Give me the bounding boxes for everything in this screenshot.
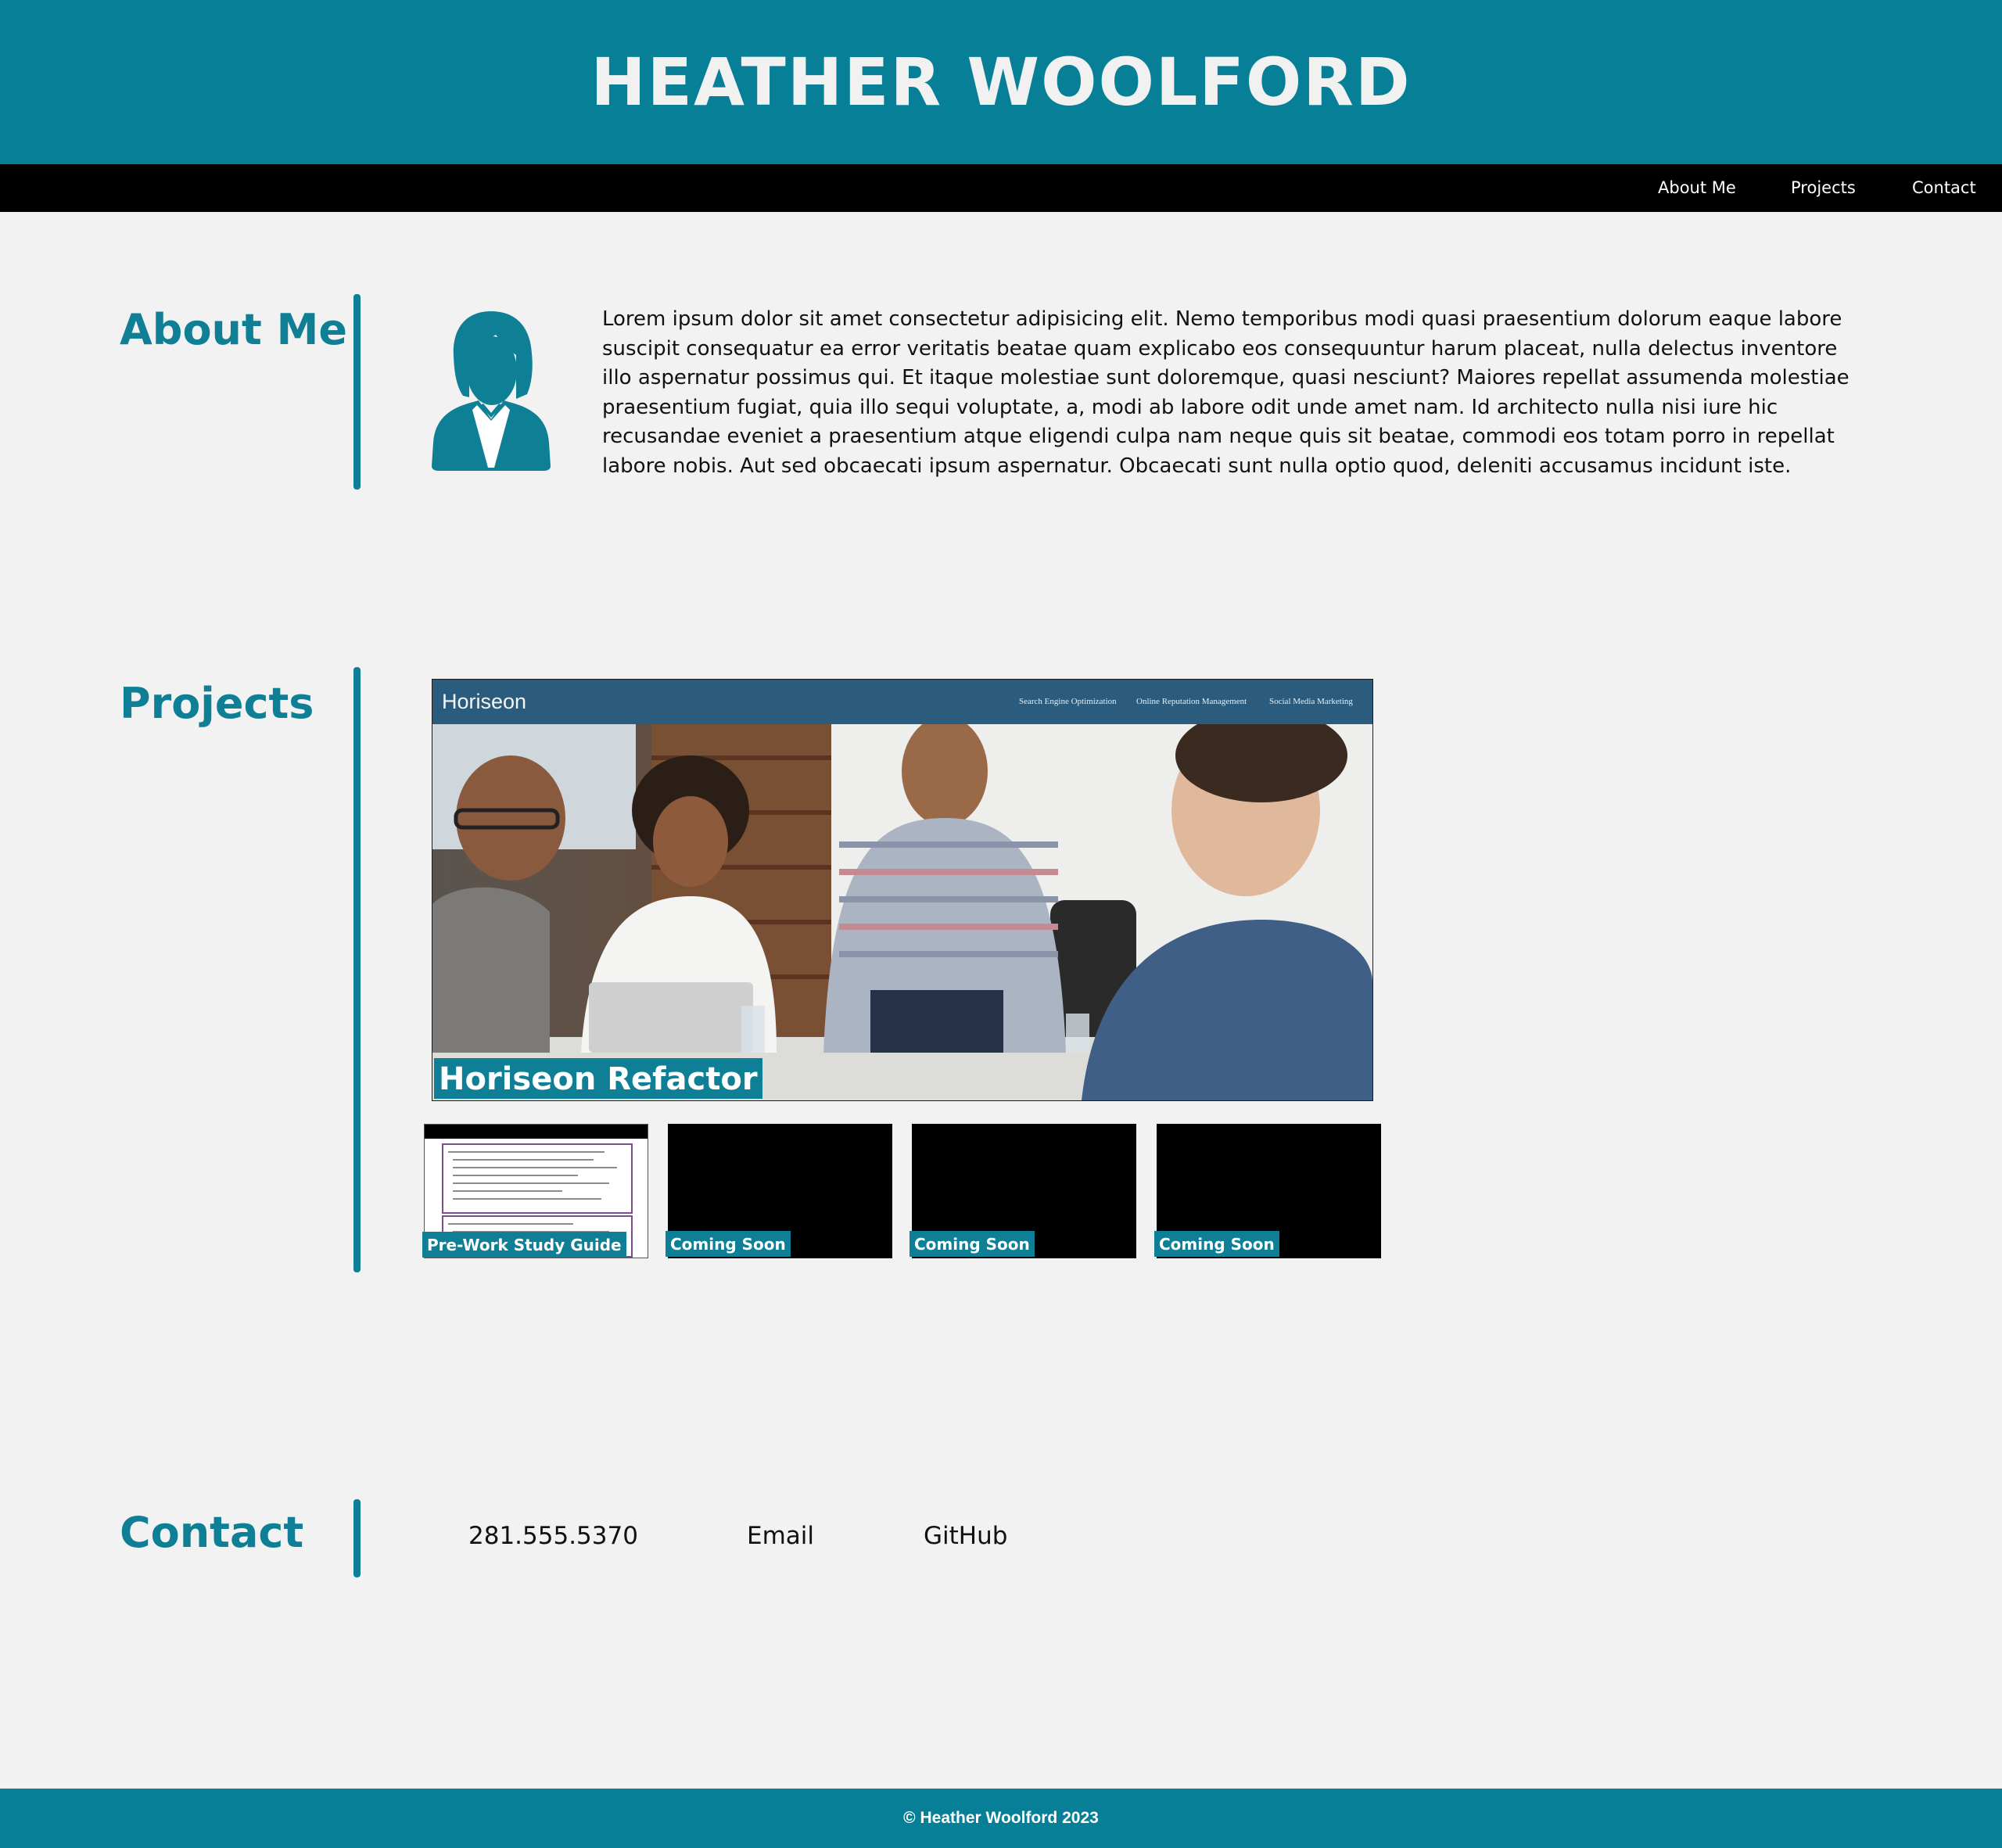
thumbnail-caption: Coming Soon xyxy=(910,1231,1035,1257)
featured-project-caption: Horiseon Refactor xyxy=(434,1058,762,1099)
study-guide-content-box xyxy=(442,1143,633,1214)
thumbnail-caption: Coming Soon xyxy=(1154,1231,1279,1257)
project-thumbnail-study-guide[interactable]: Pre-Work Study Guide xyxy=(422,1124,648,1258)
site-footer: © Heather Woolford 2023 xyxy=(0,1789,2002,1848)
thumbnail-caption: Pre-Work Study Guide xyxy=(422,1232,626,1258)
site-title: HEATHER WOOLFORD xyxy=(590,44,1412,120)
team-meeting-photo xyxy=(432,724,1372,1100)
about-text: Lorem ipsum dolor sit amet consectetur a… xyxy=(602,307,1850,478)
nav-bar: About Me Projects Contact xyxy=(0,164,2002,212)
horiseon-logo: Horiseon xyxy=(442,690,527,713)
thumbnail-caption: Coming Soon xyxy=(666,1231,791,1257)
about-divider xyxy=(353,294,361,490)
contact-heading: Contact xyxy=(120,1508,304,1557)
featured-project-card[interactable]: Horiseon Search Engine Optimization Onli… xyxy=(432,679,1373,1101)
site-header: HEATHER WOOLFORD xyxy=(0,0,2002,164)
horiseon-nav-item: Social Media Marketing xyxy=(1269,697,1353,706)
contact-github-link[interactable]: GitHub xyxy=(924,1522,1007,1550)
horiseon-screenshot-header: Horiseon Search Engine Optimization Onli… xyxy=(432,680,1372,724)
nav-link-contact[interactable]: Contact xyxy=(1912,164,1976,212)
horiseon-nav-item: Search Engine Optimization xyxy=(1019,697,1117,706)
study-guide-header-bar xyxy=(425,1125,648,1139)
about-heading: About Me xyxy=(120,305,347,354)
person-icon xyxy=(432,311,551,471)
nav-link-projects[interactable]: Projects xyxy=(1791,164,1856,212)
project-thumbnail-coming-soon[interactable]: Coming Soon xyxy=(666,1124,892,1258)
project-thumbnail-coming-soon[interactable]: Coming Soon xyxy=(1154,1124,1381,1258)
horiseon-nav-item: Online Reputation Management xyxy=(1136,697,1247,706)
contact-email-link[interactable]: Email xyxy=(747,1522,814,1550)
footer-copyright: © Heather Woolford 2023 xyxy=(903,1809,1099,1827)
projects-heading: Projects xyxy=(120,679,314,728)
project-thumbnail-coming-soon[interactable]: Coming Soon xyxy=(910,1124,1136,1258)
contact-phone-link[interactable]: 281.555.5370 xyxy=(468,1522,638,1550)
projects-divider xyxy=(353,667,361,1272)
contact-divider xyxy=(353,1499,361,1577)
nav-link-about-me[interactable]: About Me xyxy=(1658,164,1736,212)
